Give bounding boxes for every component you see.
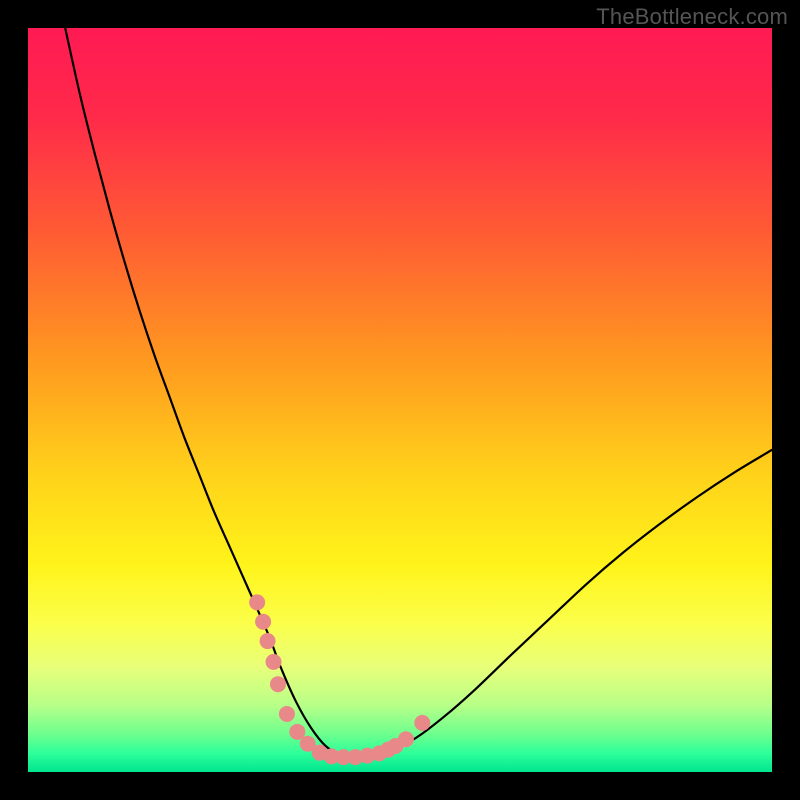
plot-area — [28, 28, 772, 772]
curve-marker — [398, 731, 414, 747]
chart-svg — [28, 28, 772, 772]
curve-marker — [270, 676, 286, 692]
curve-marker — [249, 594, 265, 610]
curve-marker — [414, 715, 430, 731]
watermark-text: TheBottleneck.com — [596, 4, 788, 30]
chart-frame: TheBottleneck.com — [0, 0, 800, 800]
gradient-background — [28, 28, 772, 772]
curve-marker — [279, 706, 295, 722]
curve-marker — [255, 614, 271, 630]
curve-marker — [260, 633, 276, 649]
curve-marker — [266, 654, 282, 670]
